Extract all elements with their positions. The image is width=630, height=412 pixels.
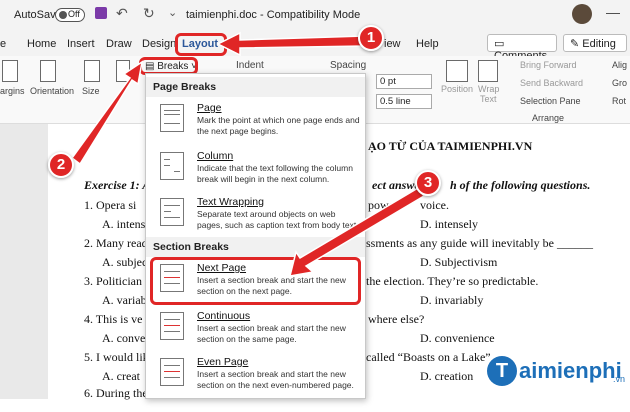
arrow-to-layout [216,31,366,57]
watermark-logo: T aimienphi .vn [487,354,630,394]
arrow-to-breaks [70,60,144,166]
arrow-overlay [70,31,426,277]
arrow-to-next-page [288,187,426,277]
watermark-brand: aimienphi [519,358,622,383]
watermark-initial: T [487,356,517,386]
callout-2: 2 [48,152,74,178]
callout-1: 1 [358,25,384,51]
watermark-suffix: .vn [613,374,626,384]
callout-3: 3 [415,170,441,196]
